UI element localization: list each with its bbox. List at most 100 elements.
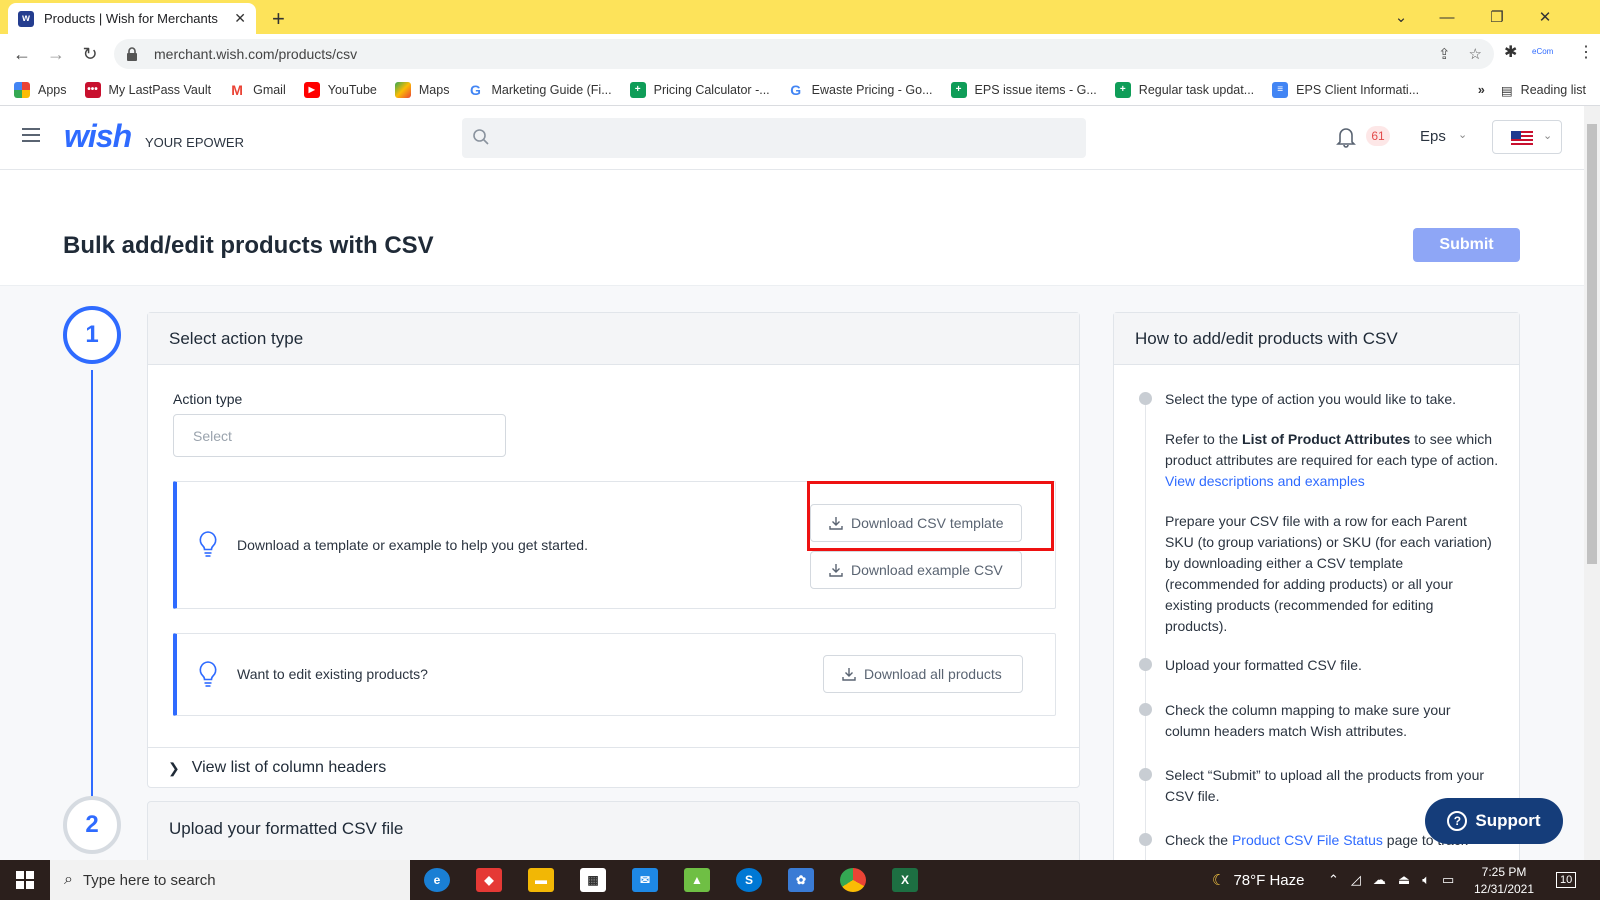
- help-text: Check the column mapping to make sure yo…: [1165, 702, 1451, 739]
- timeline-dot: [1139, 833, 1152, 846]
- browser-tab-bar: w Products | Wish for Merchants ✕ + ⌄ — …: [0, 0, 1600, 34]
- reload-icon[interactable]: ↻: [78, 42, 102, 66]
- bookmark-label: Regular task updat...: [1138, 82, 1255, 97]
- file-explorer-icon[interactable]: ▬: [528, 868, 554, 892]
- weather-text: 78°F Haze: [1233, 871, 1305, 889]
- user-menu[interactable]: Eps: [1420, 128, 1446, 145]
- maps-icon: [394, 81, 411, 98]
- chevron-up-icon[interactable]: ⌃: [1328, 872, 1339, 888]
- battery-icon[interactable]: ▭: [1442, 872, 1454, 888]
- bookmark-ewaste-pricing[interactable]: G Ewaste Pricing - Go...: [787, 81, 933, 98]
- bookmark-eps-issue-items[interactable]: + EPS issue items - G...: [950, 81, 1097, 98]
- page-title-bar: Bulk add/edit products with CSV Submit: [0, 170, 1584, 286]
- back-icon[interactable]: ←: [10, 42, 34, 66]
- share-icon[interactable]: ⇪: [1438, 45, 1451, 63]
- usb-icon[interactable]: ⏏: [1398, 872, 1410, 888]
- bookmark-lastpass[interactable]: ••• My LastPass Vault: [84, 81, 212, 98]
- skype-icon[interactable]: S: [736, 868, 762, 892]
- anydesk-icon[interactable]: ◆: [476, 868, 502, 892]
- bookmark-youtube[interactable]: ▶ YouTube: [303, 81, 377, 98]
- bookmark-label: Ewaste Pricing - Go...: [811, 82, 933, 97]
- bookmark-label: YouTube: [327, 82, 377, 97]
- new-tab-icon[interactable]: +: [272, 6, 285, 32]
- download-example-csv-button[interactable]: Download example CSV: [810, 551, 1022, 589]
- app-header: wish YOUR EPOWER 61 Eps ⌄ ⌄: [0, 106, 1584, 170]
- timeline-dot: [1139, 658, 1152, 671]
- store-icon[interactable]: ▦: [580, 868, 606, 892]
- edge-icon[interactable]: e: [424, 868, 450, 892]
- sheets-icon: +: [950, 81, 967, 98]
- taskbar-clock[interactable]: 7:25 PM 12/31/2021: [1466, 864, 1542, 898]
- support-label: Support: [1475, 811, 1541, 830]
- network-icon[interactable]: ◿: [1351, 872, 1361, 888]
- minimize-icon[interactable]: —: [1424, 0, 1470, 34]
- wish-logo[interactable]: wish: [64, 118, 132, 155]
- bookmark-regular-task[interactable]: + Regular task updat...: [1114, 81, 1255, 98]
- chrome-icon[interactable]: [840, 868, 866, 892]
- taskbar-search-input[interactable]: ⌕ Type here to search: [50, 860, 410, 900]
- scrollbar-thumb[interactable]: [1587, 124, 1597, 564]
- browser-tab[interactable]: w Products | Wish for Merchants ✕: [8, 3, 256, 34]
- bookmark-maps[interactable]: Maps: [394, 81, 449, 98]
- lightbulb-icon: [199, 531, 217, 557]
- close-window-icon[interactable]: ✕: [1522, 0, 1568, 34]
- bookmarks-overflow-icon[interactable]: »: [1478, 83, 1485, 97]
- select-action-card: Select action type Action type Select Do…: [147, 312, 1080, 788]
- view-column-headers-toggle[interactable]: ❯ View list of column headers: [148, 747, 1079, 788]
- extension-badge-icon[interactable]: eCom: [1532, 47, 1553, 56]
- page-content: Bulk add/edit products with CSV Submit 1…: [0, 170, 1584, 860]
- menu-dots-icon[interactable]: ⋮: [1578, 42, 1594, 62]
- reading-list-label[interactable]: Reading list: [1521, 83, 1586, 97]
- locale-selector[interactable]: ⌄: [1492, 120, 1562, 154]
- submit-button[interactable]: Submit: [1413, 228, 1520, 262]
- bookmark-gmail[interactable]: M Gmail: [229, 81, 286, 98]
- notification-count-badge[interactable]: 61: [1366, 126, 1390, 146]
- extensions-icon[interactable]: ✱: [1504, 42, 1517, 62]
- page-scrollbar[interactable]: [1584, 106, 1600, 860]
- hamburger-menu-icon[interactable]: [22, 128, 40, 142]
- bookmark-label: Marketing Guide (Fi...: [491, 82, 612, 97]
- sync-app-icon[interactable]: ✿: [788, 868, 814, 892]
- docs-icon: ≡: [1272, 81, 1289, 98]
- help-step-1: Select the type of action you would like…: [1139, 389, 1499, 656]
- volume-icon[interactable]: 🔈︎: [1422, 872, 1430, 888]
- restore-icon[interactable]: ❐: [1474, 0, 1520, 34]
- excel-icon[interactable]: X: [892, 868, 918, 892]
- reading-list-icon[interactable]: ▤: [1501, 83, 1513, 98]
- timeline-dot: [1139, 703, 1152, 716]
- card-title: Select action type: [148, 313, 1079, 365]
- help-text: Prepare your CSV file with a row for eac…: [1165, 513, 1492, 634]
- forward-icon[interactable]: →: [44, 42, 68, 66]
- upload-csv-card: Upload your formatted CSV file: [147, 801, 1080, 860]
- download-all-products-button[interactable]: Download all products: [823, 655, 1023, 693]
- bookmark-marketing-guide[interactable]: G Marketing Guide (Fi...: [467, 81, 612, 98]
- action-center-icon[interactable]: 10: [1556, 860, 1577, 900]
- card-title: Upload your formatted CSV file: [169, 819, 404, 838]
- view-descriptions-link[interactable]: View descriptions and examples: [1165, 473, 1365, 489]
- close-tab-icon[interactable]: ✕: [234, 10, 246, 27]
- product-csv-status-link[interactable]: Product CSV File Status: [1232, 832, 1383, 848]
- header-search-input[interactable]: [462, 118, 1086, 158]
- weather-widget[interactable]: ☾ 78°F Haze: [1212, 860, 1304, 900]
- edit-existing-tip: Want to edit existing products? Download…: [173, 633, 1056, 716]
- address-bar[interactable]: merchant.wish.com/products/csv ⇪ ☆: [114, 39, 1494, 69]
- bell-icon[interactable]: [1336, 126, 1356, 148]
- action-type-select[interactable]: Select: [173, 414, 506, 457]
- tab-search-icon[interactable]: ⌄: [1378, 0, 1424, 34]
- bookmark-eps-client-info[interactable]: ≡ EPS Client Informati...: [1272, 81, 1419, 98]
- step-1-indicator: 1: [63, 306, 121, 364]
- support-button[interactable]: ? Support: [1425, 798, 1563, 844]
- gmail-icon: M: [229, 81, 246, 98]
- chevron-down-icon[interactable]: ⌄: [1458, 128, 1467, 141]
- browser-toolbar: ← → ↻ merchant.wish.com/products/csv ⇪ ☆…: [0, 34, 1600, 74]
- windows-start-icon[interactable]: [0, 860, 50, 900]
- image-app-icon[interactable]: ▲: [684, 868, 710, 892]
- mail-icon[interactable]: ✉: [632, 868, 658, 892]
- onedrive-icon[interactable]: ☁: [1373, 872, 1386, 888]
- bookmark-label: Gmail: [253, 82, 286, 97]
- bookmark-star-icon[interactable]: ☆: [1469, 45, 1482, 63]
- bookmark-label: My LastPass Vault: [108, 82, 212, 97]
- weather-moon-icon: ☾: [1212, 872, 1226, 889]
- bookmark-apps[interactable]: Apps: [14, 81, 67, 98]
- bookmark-pricing-calculator[interactable]: + Pricing Calculator -...: [629, 81, 770, 98]
